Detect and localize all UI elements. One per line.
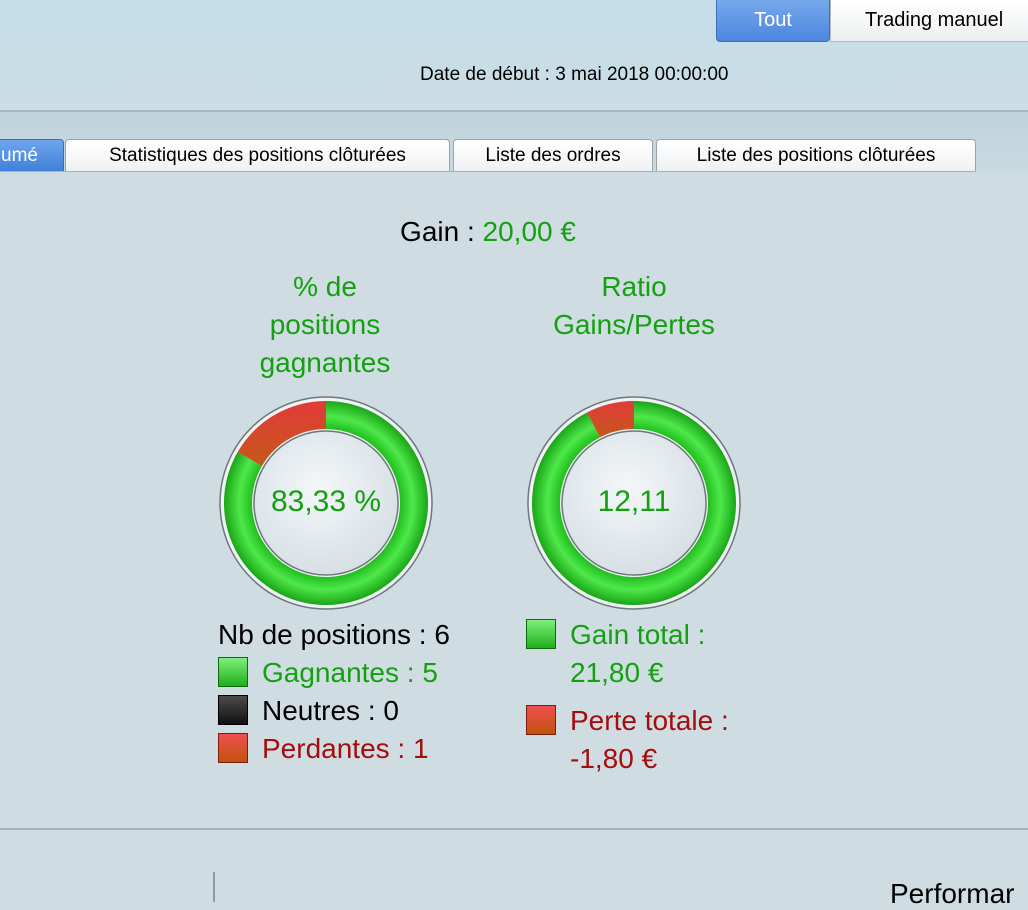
gain-total-swatch-icon [526, 619, 556, 649]
neutral-swatch-icon [218, 695, 248, 725]
tab-summary[interactable]: umé [0, 139, 64, 172]
winning-percentage: 83,33 % [270, 485, 382, 518]
gain-label: Gain : [400, 216, 475, 247]
gain-value: 20,00 € [482, 216, 576, 247]
neutral-count: Neutres : 0 [262, 695, 399, 726]
tab-orders[interactable]: Liste des ordres [453, 139, 653, 172]
tabs-divider [0, 171, 976, 172]
winning-title-line: positions [269, 309, 381, 340]
winning-count: Gagnantes : 5 [262, 657, 438, 688]
ratio-value: 12,11 [597, 485, 671, 518]
ratio-title-line: Ratio [601, 271, 667, 302]
start-date: Date de début : 3 mai 2018 00:00:00 [420, 64, 728, 86]
loss-total-value: -1,80 € [570, 743, 658, 774]
tab-orders-label: Liste des ordres [485, 145, 621, 166]
section-divider [0, 828, 1028, 830]
performance-heading: Performar [890, 878, 1015, 909]
tab-summary-label: umé [1, 145, 38, 166]
losing-swatch-icon [218, 733, 248, 763]
gain-summary: Gain : 20,00 € [0, 216, 976, 248]
tab-closed-positions-label: Liste des positions clôturées [696, 145, 936, 166]
all-mode-button[interactable]: Tout [716, 0, 830, 42]
tab-closed-stats-label: Statistiques des positions clôturées [109, 145, 406, 166]
start-date-value: 3 mai 2018 00:00:00 [555, 64, 729, 85]
winning-title-line: % de [293, 271, 357, 302]
tab-closed-stats[interactable]: Statistiques des positions clôturées [65, 139, 450, 172]
ratio-chart-title: Ratio Gains/Pertes [520, 268, 748, 344]
loss-total-swatch-icon [526, 705, 556, 735]
manual-trading-button[interactable]: Trading manuel [830, 0, 1028, 42]
winning-swatch-icon [218, 657, 248, 687]
start-date-label: Date de début : [420, 64, 550, 85]
ratio-title-line: Gains/Pertes [553, 309, 715, 340]
positions-count: Nb de positions : 6 [218, 619, 450, 650]
loss-total-label: Perte totale : [570, 705, 729, 736]
winning-chart-title: % de positions gagnantes [225, 268, 425, 382]
winning-title-line: gagnantes [259, 347, 391, 378]
tab-closed-positions[interactable]: Liste des positions clôturées [656, 139, 976, 172]
losing-count: Perdantes : 1 [262, 733, 429, 764]
gain-total-value: 21,80 € [570, 657, 664, 688]
gain-total-label: Gain total : [570, 619, 706, 650]
